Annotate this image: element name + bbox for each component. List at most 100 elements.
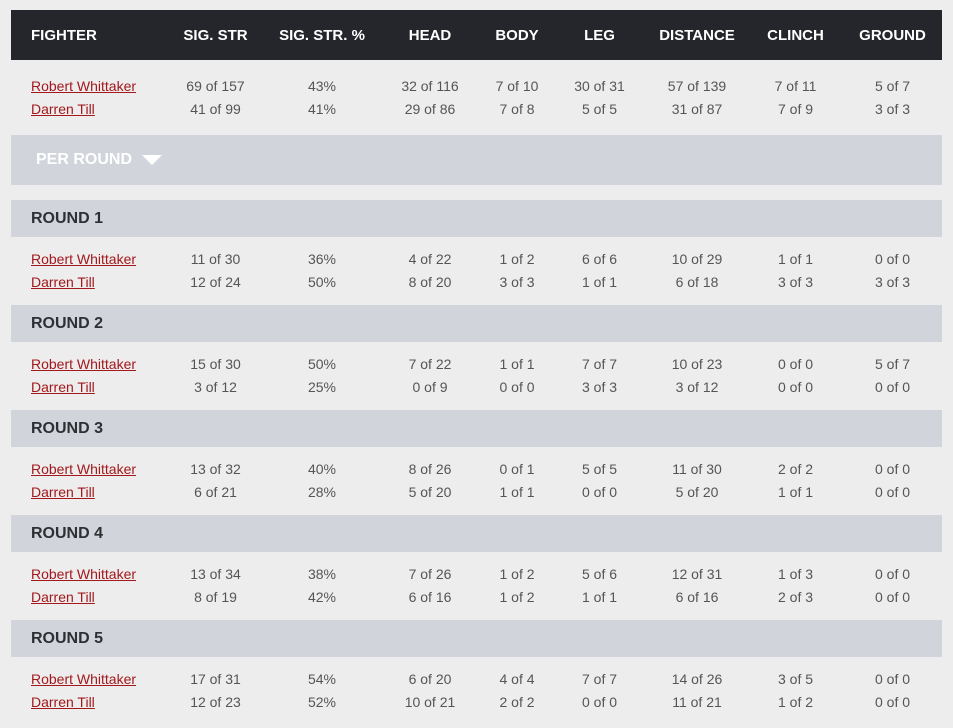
fighter-link-whittaker[interactable]: Robert Whittaker: [31, 248, 166, 271]
stat-value: 1 of 3: [777, 566, 814, 582]
stat-value: 3 of 3: [499, 274, 535, 290]
fighter-link-whittaker[interactable]: Robert Whittaker: [31, 353, 166, 376]
stat-value: 31 of 87: [671, 100, 723, 117]
stat-value: 10 of 23: [671, 356, 723, 372]
header-fighter: FIGHTER: [31, 26, 97, 44]
stat-value: 12 of 24: [190, 274, 241, 290]
stat-value: 0 of 9: [412, 379, 448, 395]
fighter-link-whittaker[interactable]: Robert Whittaker: [31, 563, 166, 586]
table-header: FIGHTER SIG. STR SIG. STR. % HEAD BODY L…: [11, 10, 942, 60]
stat-value: 36%: [307, 251, 337, 267]
stat-value: 6 of 18: [675, 274, 719, 290]
stat-cell: 69 of 157 41 of 99: [166, 60, 265, 135]
round-1-rows: Robert Whittaker Darren Till 11 of 30 12 …: [11, 237, 942, 305]
stat-value: 50%: [307, 274, 337, 290]
fighter-link-till[interactable]: Darren Till: [31, 98, 166, 121]
fighter-names: Robert Whittaker Darren Till: [11, 657, 166, 725]
stat-cell: 12 of 31 6 of 16: [646, 552, 748, 620]
per-round-toggle[interactable]: PER ROUND: [11, 135, 942, 185]
stat-value: 1 of 1: [581, 274, 618, 290]
stat-value: 0 of 0: [874, 461, 911, 477]
stat-value: 0 of 0: [581, 694, 618, 710]
fighter-link-till[interactable]: Darren Till: [31, 481, 166, 504]
stat-value: 6 of 6: [581, 251, 618, 267]
fighter-names: Robert Whittaker Darren Till: [11, 447, 166, 515]
stat-cell: 57 of 139 31 of 87: [646, 60, 748, 135]
stat-cell: 38% 42%: [265, 552, 379, 620]
stat-value: 1 of 1: [581, 589, 618, 605]
stat-value: 6 of 16: [675, 589, 719, 605]
stat-value: 42%: [307, 589, 337, 605]
stat-cell: 14 of 26 11 of 21: [646, 657, 748, 725]
stat-value: 1 of 2: [777, 694, 814, 710]
fighter-link-till[interactable]: Darren Till: [31, 376, 166, 399]
stat-cell: 5 of 7 3 of 3: [843, 60, 942, 135]
stat-cell: 7 of 10 7 of 8: [481, 60, 553, 135]
stat-value: 5 of 7: [874, 77, 911, 94]
stat-cell: 50% 25%: [265, 342, 379, 410]
header-ground: GROUND: [859, 26, 926, 44]
per-round-label: PER ROUND: [36, 151, 133, 168]
stat-value: 17 of 31: [190, 671, 241, 687]
fighter-link-whittaker[interactable]: Robert Whittaker: [31, 75, 166, 98]
stat-cell: 0 of 1 1 of 1: [481, 447, 553, 515]
stat-cell: 8 of 26 5 of 20: [379, 447, 481, 515]
stat-value: 6 of 20: [408, 671, 452, 687]
stat-value: 7 of 11: [774, 77, 817, 94]
stat-cell: 3 of 5 1 of 2: [748, 657, 843, 725]
stat-value: 7 of 9: [777, 100, 814, 117]
stat-cell: 11 of 30 12 of 24: [166, 237, 265, 305]
stat-value: 6 of 16: [408, 589, 452, 605]
stat-cell: 1 of 1 3 of 3: [748, 237, 843, 305]
stat-value: 7 of 10: [495, 77, 539, 94]
fighter-link-till[interactable]: Darren Till: [31, 586, 166, 609]
stat-value: 43%: [307, 77, 337, 94]
stat-cell: 7 of 22 0 of 9: [379, 342, 481, 410]
stat-value: 1 of 2: [499, 589, 535, 605]
stat-cell: 13 of 32 6 of 21: [166, 447, 265, 515]
stat-cell: 2 of 2 1 of 1: [748, 447, 843, 515]
stat-value: 11 of 21: [672, 694, 722, 710]
header-sig-str: SIG. STR: [183, 26, 248, 44]
stat-value: 8 of 26: [408, 461, 452, 477]
fight-stats-table: FIGHTER SIG. STR SIG. STR. % HEAD BODY L…: [11, 10, 942, 725]
round-4-rows: Robert Whittaker Darren Till 13 of 34 8 o…: [11, 552, 942, 620]
stat-value: 3 of 3: [874, 100, 911, 117]
fighter-link-till[interactable]: Darren Till: [31, 271, 166, 294]
stat-value: 0 of 0: [874, 589, 911, 605]
stat-cell: 4 of 22 8 of 20: [379, 237, 481, 305]
stat-cell: 7 of 11 7 of 9: [748, 60, 843, 135]
stat-value: 0 of 0: [874, 671, 911, 687]
stat-value: 5 of 6: [581, 566, 618, 582]
stat-value: 1 of 2: [499, 251, 535, 267]
stat-cell: 1 of 3 2 of 3: [748, 552, 843, 620]
stat-value: 28%: [307, 484, 337, 500]
stat-value: 54%: [307, 671, 337, 687]
stat-cell: 15 of 30 3 of 12: [166, 342, 265, 410]
stat-value: 3 of 12: [675, 379, 719, 395]
stat-cell: 7 of 7 0 of 0: [553, 657, 646, 725]
stat-cell: 17 of 31 12 of 23: [166, 657, 265, 725]
stat-value: 0 of 1: [499, 461, 535, 477]
stat-value: 0 of 0: [874, 694, 911, 710]
stat-cell: 10 of 23 3 of 12: [646, 342, 748, 410]
fighter-link-whittaker[interactable]: Robert Whittaker: [31, 458, 166, 481]
stat-cell: 30 of 31 5 of 5: [553, 60, 646, 135]
round-3-header: ROUND 3: [11, 410, 942, 447]
fighter-link-till[interactable]: Darren Till: [31, 691, 166, 714]
stat-cell: 7 of 7 3 of 3: [553, 342, 646, 410]
stat-value: 2 of 2: [499, 694, 535, 710]
stat-cell: 1 of 2 1 of 2: [481, 552, 553, 620]
stat-cell: 4 of 4 2 of 2: [481, 657, 553, 725]
stat-value: 11 of 30: [672, 461, 722, 477]
stat-value: 32 of 116: [401, 77, 459, 94]
stat-value: 69 of 157: [186, 77, 245, 94]
stat-cell: 36% 50%: [265, 237, 379, 305]
fighter-names: Robert Whittaker Darren Till: [11, 237, 166, 305]
stat-value: 0 of 0: [874, 379, 911, 395]
fighter-link-whittaker[interactable]: Robert Whittaker: [31, 668, 166, 691]
stat-value: 12 of 31: [671, 566, 723, 582]
stat-value: 4 of 4: [499, 671, 535, 687]
stat-value: 5 of 7: [874, 356, 911, 372]
stat-cell: 0 of 0 0 of 0: [843, 552, 942, 620]
